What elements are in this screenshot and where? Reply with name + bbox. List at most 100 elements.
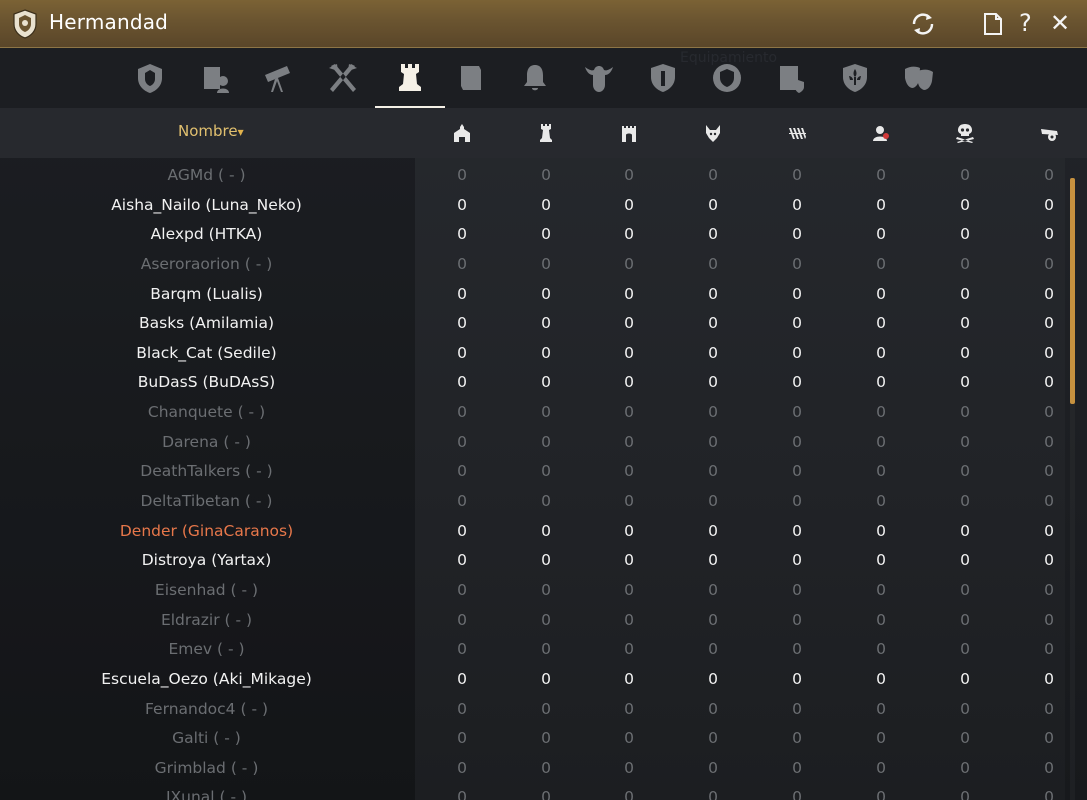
stat-value: 0 [541, 729, 551, 748]
stat-value: 0 [624, 462, 634, 481]
table-row[interactable]: Galti ( - ) 0 0 0 0 0 0 0 0 [0, 724, 1065, 754]
member-name: Eisenhad ( - ) [154, 580, 259, 599]
table-row[interactable]: Basks (Amilamia) 0 0 0 0 0 0 0 0 [0, 309, 1065, 339]
column-cannon[interactable] [1039, 122, 1061, 144]
column-gate[interactable] [618, 122, 640, 144]
table-row[interactable]: Escuela_Oezo (Aki_Mikage) 0 0 0 0 0 0 0 0 [0, 665, 1065, 695]
table-row[interactable]: Eldrazir ( - ) 0 0 0 0 0 0 0 0 [0, 606, 1065, 636]
name-header-label: Nombre [178, 122, 238, 140]
stat-value: 0 [876, 551, 886, 570]
stat-value: 0 [1044, 699, 1054, 718]
table-row[interactable]: Distroya (Yartax) 0 0 0 0 0 0 0 0 [0, 546, 1065, 576]
tab-fleur[interactable] [823, 48, 887, 108]
guild-window: Hermandad ? ✕ Nombre▾ Equipamiento AGMd … [0, 0, 1087, 800]
members-scroll-icon [204, 67, 229, 93]
table-row[interactable]: Dender (GinaCaranos) 0 0 0 0 0 0 0 0 [0, 517, 1065, 547]
table-row[interactable]: Fernandoc4 ( - ) 0 0 0 0 0 0 0 0 [0, 695, 1065, 725]
member-name: Distroya (Yartax) [141, 551, 272, 570]
stat-value: 0 [624, 403, 634, 422]
stat-value: 0 [457, 195, 467, 214]
quest-scroll-icon [780, 66, 804, 93]
column-wounded[interactable] [870, 122, 892, 144]
stat-value: 0 [708, 610, 718, 629]
table-row[interactable]: Aseroraorion ( - ) 0 0 0 0 0 0 0 0 [0, 250, 1065, 280]
table-row[interactable]: Barqm (Lualis) 0 0 0 0 0 0 0 0 [0, 280, 1065, 310]
document-button[interactable] [979, 10, 1007, 38]
stat-value: 0 [457, 462, 467, 481]
stat-value: 0 [960, 254, 970, 273]
stat-value: 0 [1044, 225, 1054, 244]
stat-value: 0 [624, 166, 634, 184]
member-name: DeathTalkers ( - ) [140, 462, 273, 481]
column-barricade[interactable] [786, 122, 808, 144]
stat-value: 0 [960, 729, 970, 748]
stat-value: 0 [876, 610, 886, 629]
tab-telescope[interactable] [246, 48, 310, 108]
stat-value: 0 [960, 788, 970, 800]
table-row[interactable]: Alexpd (HTKA) 0 0 0 0 0 0 0 0 [0, 220, 1065, 250]
stat-value: 0 [792, 580, 802, 599]
table-row[interactable]: Chanquete ( - ) 0 0 0 0 0 0 0 0 [0, 398, 1065, 428]
stat-value: 0 [624, 432, 634, 451]
stat-value: 0 [457, 669, 467, 688]
rook-icon [540, 124, 552, 142]
tab-members[interactable] [183, 48, 247, 108]
help-icon: ? [1019, 9, 1032, 37]
member-name: Black_Cat (Sedile) [136, 343, 277, 362]
tab-helmet[interactable] [567, 48, 631, 108]
column-skull[interactable] [954, 122, 976, 144]
sort-by-name-header[interactable]: Nombre▾ [178, 122, 244, 140]
stat-value: 0 [541, 758, 551, 777]
column-rook[interactable] [535, 122, 557, 144]
tab-tower[interactable] [375, 48, 445, 108]
refresh-icon [912, 13, 934, 35]
stat-value: 0 [792, 314, 802, 333]
stat-value: 0 [708, 432, 718, 451]
scrollbar-thumb[interactable] [1070, 178, 1075, 404]
help-button[interactable]: ? [1013, 9, 1041, 38]
table-row[interactable]: Aisha_Nailo (Luna_Neko) 0 0 0 0 0 0 0 0 [0, 191, 1065, 221]
stat-value: 0 [876, 729, 886, 748]
table-row[interactable]: Eisenhad ( - ) 0 0 0 0 0 0 0 0 [0, 576, 1065, 606]
stat-value: 0 [624, 758, 634, 777]
stat-value: 0 [792, 284, 802, 303]
stat-value: 0 [624, 373, 634, 392]
table-row[interactable]: DeltaTibetan ( - ) 0 0 0 0 0 0 0 0 [0, 487, 1065, 517]
table-row[interactable]: Darena ( - ) 0 0 0 0 0 0 0 0 [0, 428, 1065, 458]
table-row[interactable]: Emev ( - ) 0 0 0 0 0 0 0 0 [0, 635, 1065, 665]
table-row[interactable]: Black_Cat (Sedile) 0 0 0 0 0 0 0 0 [0, 339, 1065, 369]
title-bar[interactable]: Hermandad ? ✕ [0, 0, 1087, 48]
stat-value: 0 [541, 788, 551, 800]
stat-value: 0 [708, 166, 718, 184]
table-header: Nombre▾ [0, 108, 1087, 158]
window-title: Hermandad [49, 10, 169, 34]
tab-guild-crest[interactable] [118, 48, 182, 108]
stat-value: 0 [792, 225, 802, 244]
table-row[interactable]: DeathTalkers ( - ) 0 0 0 0 0 0 0 0 [0, 457, 1065, 487]
tab-notice[interactable] [439, 48, 503, 108]
stat-value: 0 [876, 284, 886, 303]
refresh-button[interactable] [909, 10, 937, 38]
stat-value: 0 [1044, 521, 1054, 540]
member-name: AGMd ( - ) [167, 166, 246, 184]
column-wolf[interactable] [702, 122, 724, 144]
stat-value: 0 [792, 610, 802, 629]
table-row[interactable]: BuDasS (BuDAsS) 0 0 0 0 0 0 0 0 [0, 368, 1065, 398]
column-fortress[interactable] [451, 122, 473, 144]
tab-bell[interactable] [503, 48, 567, 108]
sort-arrow-icon: ▾ [237, 125, 244, 139]
stat-value: 0 [960, 462, 970, 481]
stat-value: 0 [457, 403, 467, 422]
table-row[interactable]: AGMd ( - ) 0 0 0 0 0 0 0 0 [0, 161, 1065, 191]
stat-value: 0 [457, 521, 467, 540]
stat-value: 0 [708, 640, 718, 659]
stat-value: 0 [541, 640, 551, 659]
close-button[interactable]: ✕ [1046, 9, 1074, 38]
tab-crossed-axes[interactable] [311, 48, 375, 108]
table-row[interactable]: IXunal ( - ) 0 0 0 0 0 0 0 0 [0, 783, 1065, 800]
tab-masks[interactable] [887, 48, 951, 108]
stat-value: 0 [792, 758, 802, 777]
stat-value: 0 [1044, 640, 1054, 659]
table-row[interactable]: Grimblad ( - ) 0 0 0 0 0 0 0 0 [0, 754, 1065, 784]
stat-value: 0 [541, 254, 551, 273]
